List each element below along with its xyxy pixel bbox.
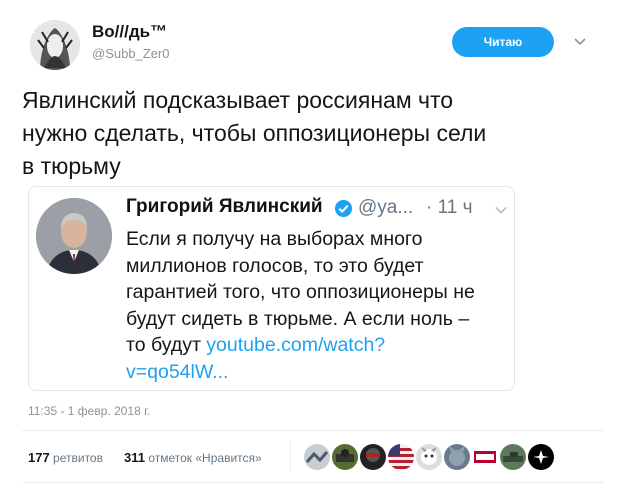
like-stat[interactable]: 311 отметок «Нравится» xyxy=(124,450,262,465)
quoted-link[interactable]: youtube.com/watch? xyxy=(206,334,385,356)
tweet-text-line: в тюрьму xyxy=(22,153,121,179)
quoted-author-name[interactable]: Григорий Явлинский xyxy=(126,196,323,218)
author-display-name[interactable]: Во///дь™ xyxy=(92,22,167,42)
stats-separator xyxy=(290,440,291,472)
quoted-tweet-text: Если я получу на выборах много миллионов… xyxy=(126,226,506,385)
liker-avatar[interactable] xyxy=(444,444,470,470)
author-handle[interactable]: @Subb_Zer0 xyxy=(92,46,170,61)
tweet-text-line: Явлинский подсказывает россиянам что xyxy=(22,87,454,113)
liker-avatar[interactable] xyxy=(304,444,330,470)
retweet-count: 177 xyxy=(28,450,50,465)
liker-avatar[interactable] xyxy=(332,444,358,470)
likers-avatar-list xyxy=(304,444,554,470)
quoted-text-line: Если я получу на выборах много xyxy=(126,228,423,250)
chevron-down-icon[interactable] xyxy=(572,34,588,50)
divider xyxy=(22,482,604,483)
liker-avatar[interactable] xyxy=(360,444,386,470)
like-count: 311 xyxy=(124,450,145,465)
quoted-text-line: то будут xyxy=(126,334,207,356)
quoted-text-line: будут сидеть в тюрьме. А если ноль – xyxy=(126,307,470,330)
author-avatar[interactable] xyxy=(30,20,80,70)
quoted-author-avatar[interactable] xyxy=(36,198,112,274)
liker-avatar[interactable] xyxy=(500,444,526,470)
retweet-stat[interactable]: 177 ретвитов xyxy=(28,450,103,465)
liker-avatar[interactable] xyxy=(472,444,498,470)
chevron-down-icon[interactable] xyxy=(494,203,508,217)
quoted-text-line: миллионов голосов, то это будет xyxy=(126,254,424,277)
divider xyxy=(22,430,604,431)
follow-button[interactable]: Читаю xyxy=(452,27,554,57)
quoted-link-continued[interactable]: v=qo54lW... xyxy=(126,359,506,386)
tweet-text: Явлинский подсказывает россиянам что нуж… xyxy=(22,84,602,183)
verified-badge-icon xyxy=(334,199,353,218)
liker-avatar[interactable] xyxy=(416,444,442,470)
retweet-label: ретвитов xyxy=(53,451,103,465)
like-label: отметок «Нравится» xyxy=(148,451,262,465)
quoted-time[interactable]: · 11 ч xyxy=(426,197,473,219)
tweet-timestamp[interactable]: 11:35 - 1 февр. 2018 г. xyxy=(28,404,150,418)
quoted-text-line: гарантией того, что оппозиционеры не xyxy=(126,281,475,303)
liker-avatar[interactable] xyxy=(388,444,414,470)
liker-avatar[interactable] xyxy=(528,444,554,470)
quoted-author-handle[interactable]: @ya... xyxy=(358,197,413,219)
tweet-text-line: нужно сделать, чтобы оппозиционеры сели xyxy=(22,120,487,146)
